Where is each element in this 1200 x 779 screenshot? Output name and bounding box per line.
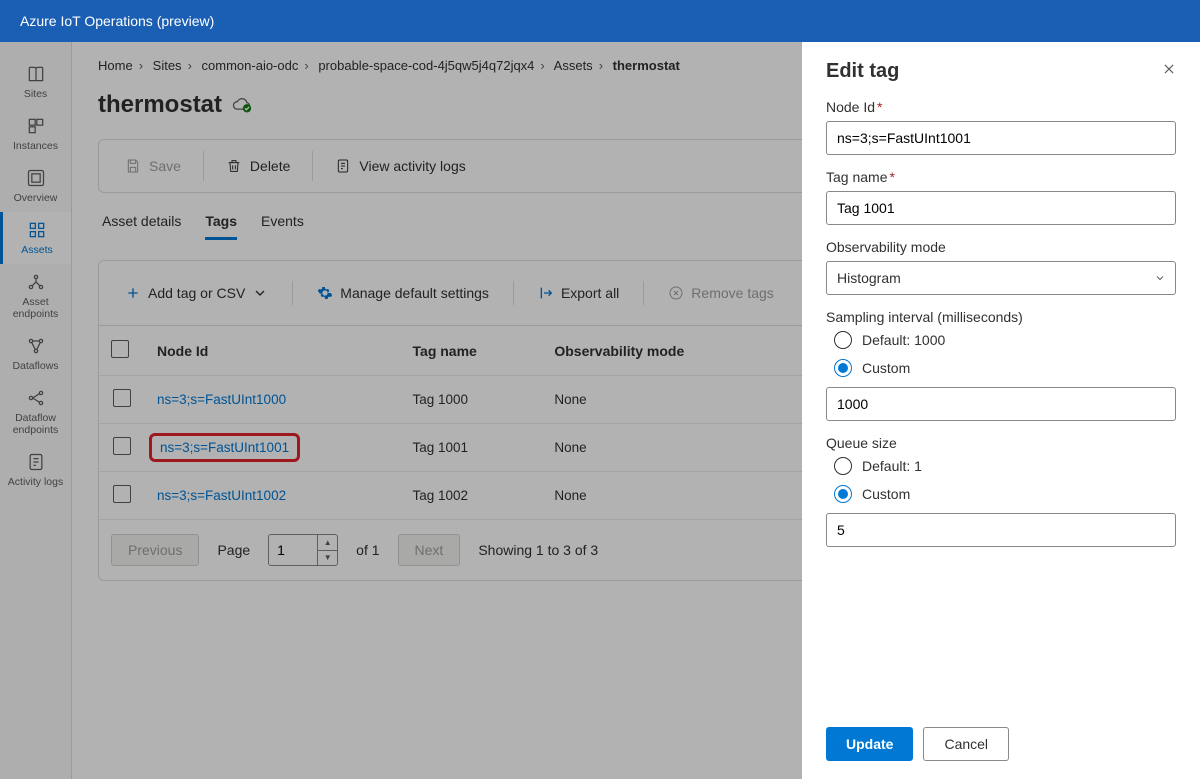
sampling-default-radio[interactable]: Default: 1000 xyxy=(834,331,1176,349)
node-id-input[interactable] xyxy=(826,121,1176,155)
close-icon xyxy=(1162,62,1176,76)
cancel-button[interactable]: Cancel xyxy=(923,727,1009,761)
node-id-label: Node Id* xyxy=(826,99,1176,115)
tag-name-label: Tag name* xyxy=(826,169,1176,185)
queue-default-radio[interactable]: Default: 1 xyxy=(834,457,1176,475)
top-bar: Azure IoT Operations (preview) xyxy=(0,0,1200,42)
obs-mode-label: Observability mode xyxy=(826,239,1176,255)
sampling-custom-radio[interactable]: Custom xyxy=(834,359,1176,377)
radio-icon xyxy=(834,331,852,349)
tag-name-input[interactable] xyxy=(826,191,1176,225)
radio-label: Default: 1000 xyxy=(862,332,945,348)
product-title: Azure IoT Operations (preview) xyxy=(20,13,214,29)
radio-label: Default: 1 xyxy=(862,458,922,474)
edit-tag-panel: Edit tag Node Id* Tag name* Observabilit… xyxy=(802,42,1200,779)
radio-icon xyxy=(834,359,852,377)
queue-custom-radio[interactable]: Custom xyxy=(834,485,1176,503)
close-button[interactable] xyxy=(1162,62,1176,81)
queue-label: Queue size xyxy=(826,435,1176,451)
update-button[interactable]: Update xyxy=(826,727,913,761)
panel-title: Edit tag xyxy=(826,60,899,83)
radio-label: Custom xyxy=(862,486,910,502)
radio-icon xyxy=(834,457,852,475)
sampling-input[interactable] xyxy=(826,387,1176,421)
sampling-label: Sampling interval (milliseconds) xyxy=(826,309,1176,325)
radio-label: Custom xyxy=(862,360,910,376)
radio-icon xyxy=(834,485,852,503)
obs-mode-select[interactable]: Histogram xyxy=(826,261,1176,295)
queue-input[interactable] xyxy=(826,513,1176,547)
